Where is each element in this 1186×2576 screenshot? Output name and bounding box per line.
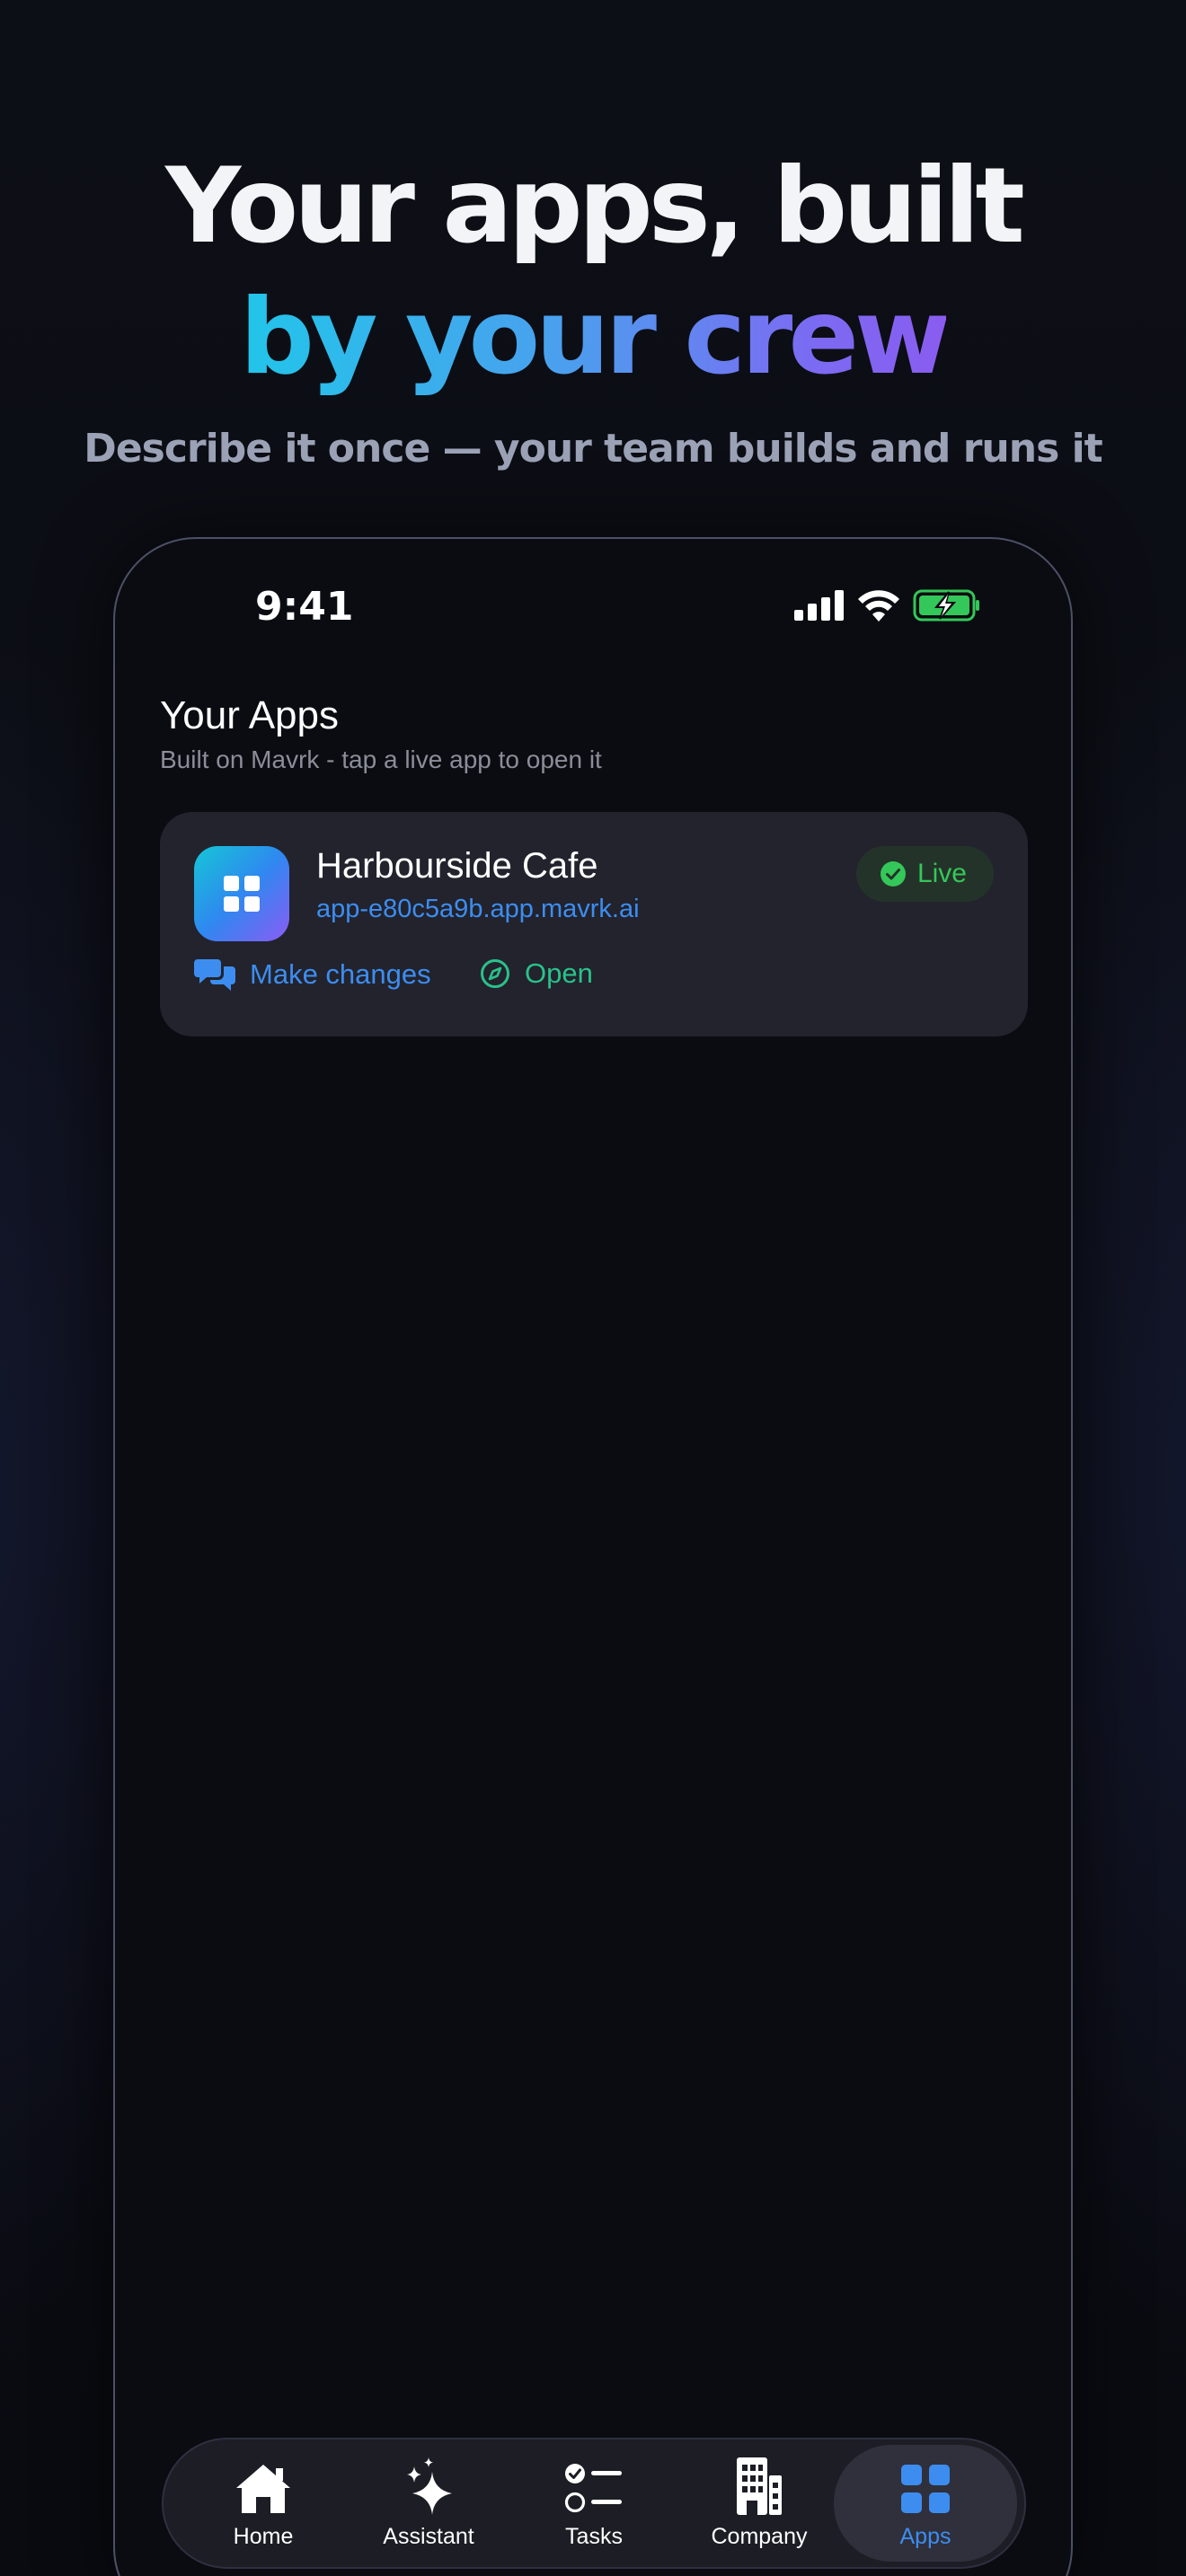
status-icons	[794, 589, 981, 622]
chat-bubbles-icon	[194, 959, 235, 991]
app-icon	[194, 846, 289, 941]
status-badge-label: Live	[916, 859, 967, 888]
tab-bar: Home Assistant Tasks Company Apps	[162, 2438, 1026, 2569]
app-url[interactable]: app-e80c5a9b.app.mavrk.ai	[316, 895, 640, 924]
tab-label: Assistant	[383, 2523, 474, 2549]
wifi-icon	[858, 590, 899, 622]
hero-title-line2: by your crew	[0, 286, 1186, 390]
phone-frame: 9:41 Your Apps Built on Mavrk - tap a li…	[113, 537, 1073, 2576]
app-card[interactable]: Harbourside Cafe app-e80c5a9b.app.mavrk.…	[160, 812, 1028, 1037]
grid-icon	[224, 876, 260, 912]
tab-label: Home	[233, 2523, 294, 2549]
make-changes-label: Make changes	[250, 958, 431, 990]
signal-icon	[794, 590, 844, 621]
building-icon	[737, 2457, 782, 2515]
app-name: Harbourside Cafe	[316, 846, 598, 886]
page-subtitle: Built on Mavrk - tap a live app to open …	[160, 745, 602, 773]
open-app-button[interactable]: Open	[480, 957, 593, 990]
hero-subtitle: Describe it once — your team builds and …	[84, 426, 1102, 472]
tab-company[interactable]: Company	[674, 2439, 845, 2567]
page-title: Your Apps	[160, 693, 339, 737]
tab-apps[interactable]: Apps	[834, 2445, 1017, 2562]
sparkles-icon	[407, 2457, 452, 2515]
tab-label: Company	[711, 2523, 808, 2549]
status-badge: Live	[855, 846, 994, 902]
hero-title-gradient-text: by your crew	[239, 277, 951, 398]
tab-label: Apps	[899, 2523, 951, 2549]
tab-label: Tasks	[565, 2523, 623, 2549]
battery-charging-icon	[913, 589, 979, 622]
grid-icon	[901, 2464, 950, 2513]
make-changes-button[interactable]: Make changes	[194, 957, 431, 992]
tab-tasks[interactable]: Tasks	[509, 2439, 679, 2567]
hero-title-line1: Your apps, built	[165, 146, 1025, 267]
checkmark-circle-icon	[880, 861, 906, 887]
tab-home[interactable]: Home	[178, 2439, 349, 2567]
open-app-label: Open	[525, 957, 593, 989]
compass-icon	[481, 959, 509, 988]
checklist-icon	[564, 2463, 622, 2512]
status-time: 9:41	[255, 584, 354, 630]
house-icon	[236, 2464, 290, 2513]
tab-assistant[interactable]: Assistant	[343, 2439, 514, 2567]
